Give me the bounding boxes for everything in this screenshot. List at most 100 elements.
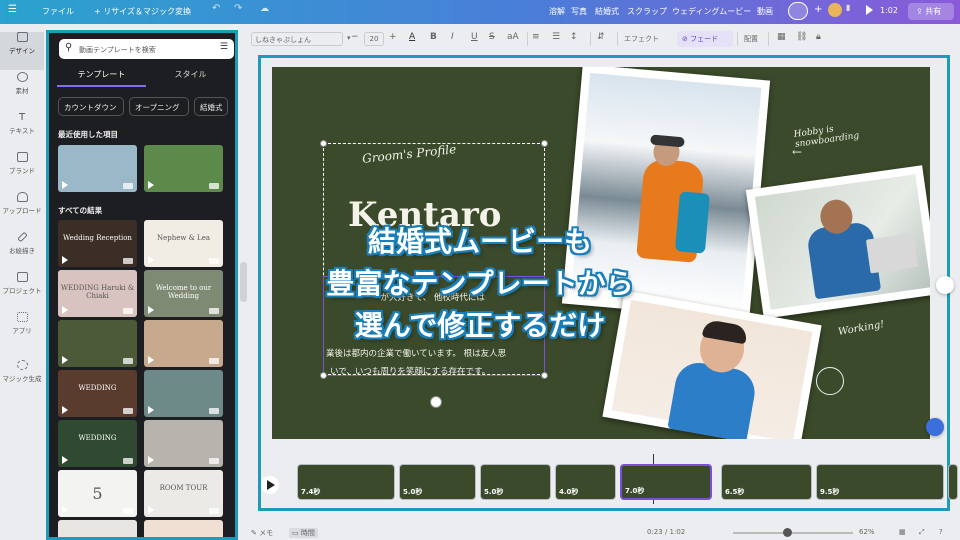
memo-button[interactable]: ✎ メモ <box>251 528 273 538</box>
rail-item-projects[interactable]: プロジェクト <box>0 272 44 310</box>
rail-item-design[interactable]: デザイン <box>0 32 44 70</box>
fade-button[interactable]: ⊘ フェード <box>677 31 733 47</box>
chevron-down-icon[interactable]: ▾ <box>347 34 351 42</box>
file-menu[interactable]: ファイル <box>42 6 74 17</box>
rail-item-uploads[interactable]: アップロード <box>0 192 44 230</box>
font-size-input[interactable]: 20 <box>364 32 384 46</box>
nav-link-0[interactable]: 溶解 <box>549 6 565 17</box>
tab-styles[interactable]: スタイル <box>146 69 235 87</box>
magic-assist-button[interactable] <box>926 418 944 436</box>
template-thumbnail[interactable]: WEDDING Haruki & Chiaki <box>58 270 137 317</box>
nav-link-3[interactable]: スクラップ <box>627 6 667 17</box>
nav-link-4[interactable]: ウェディングムービー <box>672 6 751 17</box>
timeline-clip[interactable]: 5.0秒 <box>399 464 476 500</box>
chip-opening[interactable]: オープニング <box>129 97 189 116</box>
filter-icon[interactable]: ☰ <box>220 42 228 52</box>
underline-icon[interactable]: U <box>471 32 478 42</box>
zoom-slider[interactable] <box>733 532 853 534</box>
avatar[interactable] <box>828 3 842 17</box>
play-icon <box>62 506 68 514</box>
arrange-button[interactable]: 配置 <box>744 34 758 44</box>
spacing-icon[interactable]: ↕ <box>570 32 578 42</box>
chip-countdown[interactable]: カウントダウン <box>58 97 124 116</box>
grid-view-icon[interactable]: ▦ <box>899 528 906 536</box>
template-thumbnail[interactable] <box>144 420 223 467</box>
comment-button[interactable] <box>936 276 954 294</box>
rail-item-draw[interactable]: お絵描き <box>0 231 44 270</box>
brand-icon[interactable] <box>788 2 808 20</box>
rotate-handle[interactable] <box>430 396 442 408</box>
timeline-clip[interactable]: 7.0秒 <box>620 464 712 500</box>
rail-item-text[interactable]: T テキスト <box>0 112 44 150</box>
template-thumbnail[interactable] <box>144 320 223 367</box>
play-icon <box>62 456 68 464</box>
timeline-clip[interactable]: 7.4秒 <box>297 464 395 500</box>
template-thumbnail[interactable] <box>58 320 137 367</box>
link-icon[interactable]: ⛓ <box>796 32 807 42</box>
lock-icon[interactable]: 🔒︎ <box>816 32 821 42</box>
hamburger-icon[interactable]: ☰ <box>8 4 17 15</box>
template-thumbnail[interactable]: WEDDING <box>58 420 137 467</box>
nav-link-1[interactable]: 写真 <box>571 6 587 17</box>
redo-icon[interactable]: ↷ <box>234 3 242 14</box>
play-icon <box>62 306 68 314</box>
photo-working[interactable] <box>745 165 930 319</box>
undo-icon[interactable]: ↶ <box>212 3 220 14</box>
nav-link-5[interactable]: 動画 <box>757 6 773 17</box>
help-icon[interactable]: ? <box>939 528 943 536</box>
list-icon[interactable]: ☰ <box>552 32 560 42</box>
timeline-clip[interactable]: 5.0秒 <box>480 464 551 500</box>
template-thumbnail[interactable] <box>58 520 137 537</box>
thumbnail-label: ROOM TOUR <box>159 484 208 492</box>
resize-handle[interactable] <box>541 372 548 379</box>
transparency-icon[interactable]: ▦ <box>777 32 786 42</box>
text-color-icon[interactable]: A <box>409 32 415 42</box>
template-thumbnail[interactable]: Wedding Reception <box>58 220 137 267</box>
resize-handle[interactable] <box>320 140 327 147</box>
vertical-text-icon[interactable]: ⇵ <box>597 32 605 42</box>
timeline-clip[interactable] <box>948 464 958 500</box>
resize-button[interactable]: + リサイズ＆マジック変換 <box>94 6 191 17</box>
time-button[interactable]: ▭ 時間 <box>289 528 318 538</box>
strikethrough-icon[interactable]: S <box>489 32 495 42</box>
template-thumbnail[interactable]: WEDDING <box>58 370 137 417</box>
italic-icon[interactable]: I <box>451 32 454 42</box>
search-input[interactable]: ⚲ 動画テンプレートを検索 ☰ <box>59 39 234 59</box>
share-button[interactable]: ⇪ 共有 <box>908 3 954 20</box>
rail-item-apps[interactable]: アプリ <box>0 312 44 350</box>
bold-icon[interactable]: B <box>430 32 437 42</box>
template-thumbnail[interactable] <box>144 370 223 417</box>
rail-item-brand[interactable]: ブランド <box>0 152 44 190</box>
rail-item-elements[interactable]: 素材 <box>0 72 44 110</box>
case-icon[interactable]: aA <box>507 32 519 42</box>
timeline-clip[interactable]: 6.5秒 <box>721 464 812 500</box>
fullscreen-icon[interactable]: ⤢ <box>919 528 925 537</box>
decrease-size-button[interactable]: − <box>351 32 359 42</box>
timeline-clip[interactable]: 4.0秒 <box>555 464 616 500</box>
template-thumbnail[interactable] <box>144 520 223 537</box>
play-icon[interactable] <box>866 5 873 15</box>
template-thumbnail[interactable]: Nephew & Lea <box>144 220 223 267</box>
template-thumbnail[interactable]: ROOM TOUR <box>144 470 223 517</box>
timeline-clip[interactable]: 9.5秒 <box>816 464 944 500</box>
chip-wedding[interactable]: 結婚式 <box>194 97 228 116</box>
rail-item-magic[interactable]: マジック生成 <box>0 360 44 398</box>
zoom-slider-thumb[interactable] <box>783 528 792 537</box>
resize-handle[interactable] <box>541 140 548 147</box>
font-select[interactable]: しねきゃぷしょん <box>251 32 343 46</box>
effect-button[interactable]: エフェクト <box>624 34 659 44</box>
template-thumbnail[interactable]: 5 <box>58 470 137 517</box>
align-icon[interactable]: ≡ <box>532 32 540 42</box>
template-thumbnail[interactable] <box>144 145 223 192</box>
tab-templates[interactable]: テンプレート <box>57 69 146 87</box>
template-thumbnail[interactable]: Welcome to our Wedding <box>144 270 223 317</box>
resize-handle[interactable] <box>320 372 327 379</box>
timeline-play-button[interactable] <box>261 476 279 494</box>
template-thumbnail[interactable] <box>58 145 137 192</box>
increase-size-button[interactable]: + <box>389 32 397 42</box>
nav-link-2[interactable]: 結婚式 <box>595 6 619 17</box>
play-icon <box>267 480 275 490</box>
add-collaborator-button[interactable]: + <box>814 4 822 15</box>
panel-collapse-handle[interactable] <box>240 262 247 302</box>
chart-icon[interactable]: ▮ <box>846 3 858 17</box>
